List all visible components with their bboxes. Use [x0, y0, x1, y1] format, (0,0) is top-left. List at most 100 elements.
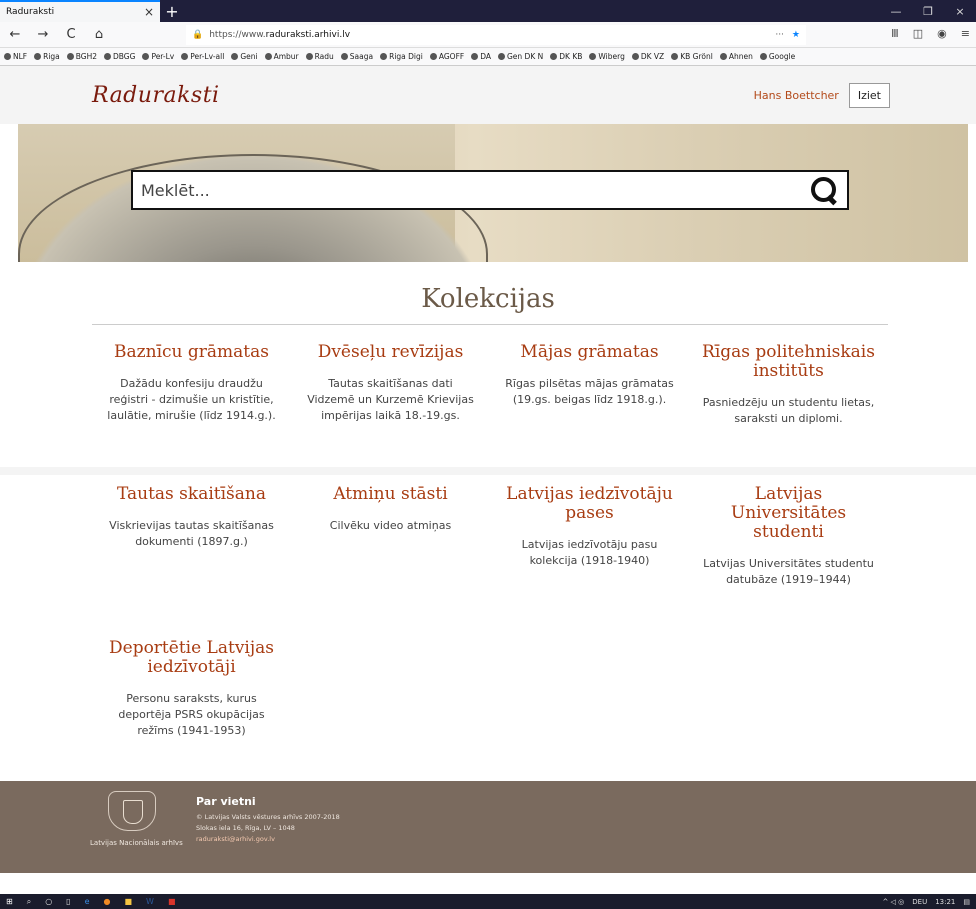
bookmark-item[interactable]: Per-Lv-all	[181, 52, 224, 61]
bookmark-item[interactable]: Riga Digi	[380, 52, 423, 61]
bookmark-item[interactable]: AGOFF	[429, 52, 464, 61]
collections-row-1: Baznīcu grāmatas Dažādu konfesiju draudž…	[0, 325, 976, 467]
logout-button[interactable]: Iziet	[848, 82, 890, 108]
bookmark-favicon-icon	[104, 53, 112, 60]
collection-desc: Cilvēku video atmiņas	[329, 519, 452, 532]
bookmark-item[interactable]: Saaga	[340, 52, 373, 61]
firefox-icon[interactable]: ●	[104, 897, 111, 906]
collection-title[interactable]: Mājas grāmatas	[502, 343, 677, 362]
collection-title[interactable]: Tautas skaitīšana	[104, 485, 279, 504]
bookmark-item[interactable]: DBGG	[104, 52, 135, 61]
new-tab-button[interactable]: +	[160, 0, 184, 22]
bookmark-item[interactable]: BGH2	[66, 52, 98, 61]
collection-card[interactable]: Latvijas iedzīvotāju pases Latvijas iedz…	[490, 485, 689, 631]
footer-org-name: Latvijas Nacionālais arhīvs	[90, 839, 183, 847]
collection-title[interactable]: Rīgas politehniskais institūts	[701, 343, 876, 381]
language-indicator[interactable]: DEU	[912, 898, 927, 906]
collection-card[interactable]: Latvijas Universitātes studenti Latvijas…	[689, 485, 888, 631]
bookmark-favicon-icon	[631, 53, 639, 60]
bookmark-item[interactable]: DA	[471, 52, 491, 61]
collection-desc: Pasniedzēju un studentu lietas, saraksti…	[702, 396, 875, 425]
collection-title[interactable]: Atmiņu stāsti	[303, 485, 478, 504]
browser-tab-bar: Raduraksti × + — ❐ ×	[0, 0, 976, 22]
tray-icons[interactable]: ^ ◁ ◎	[882, 898, 904, 906]
bookmark-item[interactable]: DK KB	[550, 52, 582, 61]
search-taskbar-icon[interactable]: ⌕	[27, 897, 31, 907]
bookmark-item[interactable]: Per-Lv	[142, 52, 174, 61]
browser-tab[interactable]: Raduraksti ×	[0, 0, 160, 22]
bookmark-item[interactable]: Ambur	[264, 52, 299, 61]
collection-desc: Latvijas Universitātes studentu datubāze…	[703, 557, 874, 586]
bookmark-item[interactable]: Geni	[231, 52, 258, 61]
bookmark-item[interactable]: Gen DK N	[497, 52, 543, 61]
app-icon[interactable]: ■	[168, 897, 176, 906]
forward-icon[interactable]: →	[34, 27, 52, 42]
collection-title[interactable]: Latvijas iedzīvotāju pases	[502, 485, 677, 523]
library-icon[interactable]: Ⅲ	[891, 27, 899, 40]
bookmark-favicon-icon	[497, 53, 505, 60]
bookmark-favicon-icon	[231, 53, 239, 60]
windows-start-icon[interactable]: ⊞	[6, 897, 13, 906]
notifications-icon[interactable]: ▤	[963, 898, 970, 906]
task-view-icon[interactable]: ▯	[66, 897, 70, 906]
bookmark-label: KB Grönl	[680, 52, 713, 61]
minimize-button[interactable]: —	[880, 0, 912, 22]
bookmark-item[interactable]: Google	[759, 52, 795, 61]
edge-icon[interactable]: e	[85, 897, 90, 906]
bookmark-label: Wiberg	[598, 52, 625, 61]
bookmark-favicon-icon	[550, 53, 558, 60]
collection-card[interactable]: Dvēseļu revīzijas Tautas skaitīšanas dat…	[291, 343, 490, 467]
collection-title[interactable]: Baznīcu grāmatas	[104, 343, 279, 362]
bookmark-favicon-icon	[471, 53, 479, 60]
bookmark-label: Per-Lv-all	[190, 52, 225, 61]
collection-card[interactable]: Rīgas politehniskais institūts Pasniedzē…	[689, 343, 888, 467]
archive-crest-icon	[108, 791, 156, 831]
sidebar-icon[interactable]: ◫	[913, 27, 923, 40]
reload-icon[interactable]: C	[62, 27, 80, 42]
collection-card[interactable]: Deportētie Latvijas iedzīvotāji Personu …	[92, 639, 291, 781]
bookmark-favicon-icon	[589, 53, 597, 60]
collection-card[interactable]: Baznīcu grāmatas Dažādu konfesiju draudž…	[92, 343, 291, 467]
menu-icon[interactable]: ≡	[961, 27, 970, 40]
search-input[interactable]	[141, 180, 809, 200]
close-window-button[interactable]: ×	[944, 0, 976, 22]
user-name-link[interactable]: Hans Boettcher	[754, 89, 839, 102]
collection-card[interactable]: Atmiņu stāsti Cilvēku video atmiņas	[291, 485, 490, 631]
footer-copyright: © Latvijas Valsts vēstures arhīvs 2007-2…	[196, 813, 340, 821]
collection-card[interactable]: Tautas skaitīšana Viskrievijas tautas sk…	[92, 485, 291, 631]
explorer-icon[interactable]: ■	[124, 897, 132, 906]
bookmark-item[interactable]: Ahnen	[719, 52, 753, 61]
bookmark-label: Ahnen	[728, 52, 753, 61]
collection-card[interactable]: Mājas grāmatas Rīgas pilsētas mājas grām…	[490, 343, 689, 467]
bookmark-favicon-icon	[671, 53, 679, 60]
clock[interactable]: 13:21	[935, 898, 955, 906]
word-icon[interactable]: W	[146, 897, 154, 906]
collection-title[interactable]: Deportētie Latvijas iedzīvotāji	[104, 639, 279, 677]
url-bar[interactable]: 🔒 https://www.raduraksti.arhivi.lv ··· ★	[186, 25, 806, 45]
search-icon[interactable]	[809, 175, 839, 205]
bookmark-item[interactable]: Wiberg	[589, 52, 625, 61]
bookmark-item[interactable]: DK VZ	[631, 52, 664, 61]
page-actions-icon[interactable]: ···	[775, 30, 784, 40]
footer-email-link[interactable]: raduraksti@arhivi.gov.lv	[196, 834, 340, 845]
bookmark-star-icon[interactable]: ★	[792, 30, 800, 40]
os-taskbar: ⊞ ⌕ ○ ▯ e ● ■ W ■ ^ ◁ ◎ DEU 13:21 ▤	[0, 894, 976, 909]
extension-icon[interactable]: ◉	[937, 27, 947, 40]
bookmarks-bar: NLF Riga BGH2 DBGG Per-Lv Per-Lv-all Geni Ambur…	[0, 48, 976, 66]
bookmark-item[interactable]: NLF	[4, 52, 27, 61]
maximize-button[interactable]: ❐	[912, 0, 944, 22]
bookmark-item[interactable]: Radu	[305, 52, 334, 61]
collection-title[interactable]: Dvēseļu revīzijas	[303, 343, 478, 362]
bookmark-item[interactable]: Riga	[34, 52, 60, 61]
cortana-icon[interactable]: ○	[45, 897, 52, 906]
bookmark-label: BGH2	[75, 52, 98, 61]
bookmark-item[interactable]: KB Grönl	[671, 52, 713, 61]
tab-close-icon[interactable]: ×	[144, 5, 154, 19]
url-actions: ··· ★	[775, 30, 800, 40]
site-logo[interactable]: Raduraksti	[92, 83, 220, 108]
home-icon[interactable]: ⌂	[90, 27, 108, 42]
toolbar-right: Ⅲ ◫ ◉ ≡	[891, 27, 970, 40]
back-icon[interactable]: ←	[6, 27, 24, 42]
collection-title[interactable]: Latvijas Universitātes studenti	[701, 485, 876, 542]
bookmark-label: Geni	[240, 52, 258, 61]
